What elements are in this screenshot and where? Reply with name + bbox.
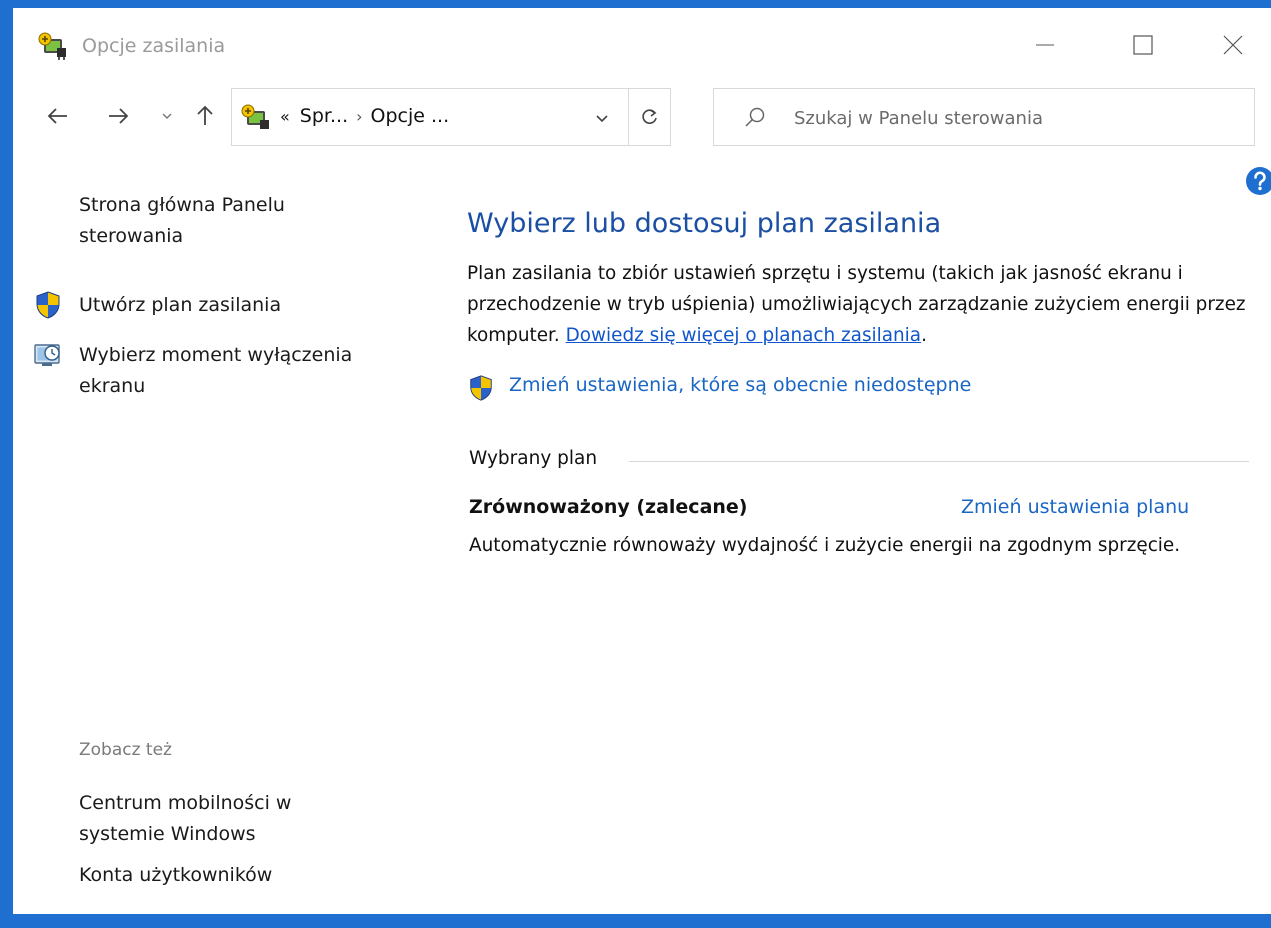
- user-accounts-link[interactable]: Konta użytkowników: [79, 860, 272, 891]
- main-content: Wybierz lub dostosuj plan zasilania Plan…: [453, 148, 1253, 908]
- description-end: .: [921, 325, 927, 346]
- page-description: Plan zasilania to zbiór ustawień sprzętu…: [467, 258, 1257, 351]
- plan-name: Zrównoważony (zalecane): [469, 496, 748, 518]
- breadcrumb-item[interactable]: Spr...: [300, 105, 348, 127]
- arrow-up-icon: [197, 105, 213, 125]
- change-plan-settings-link[interactable]: Zmień ustawienia planu: [961, 496, 1189, 518]
- address-divider: [628, 89, 629, 145]
- maximize-icon: [1133, 35, 1153, 55]
- power-options-icon: [241, 104, 269, 129]
- control-panel-home-link[interactable]: Strona główna Panelu sterowania: [79, 190, 379, 252]
- group-divider: [629, 461, 1249, 462]
- windows-mobility-center-link[interactable]: Centrum mobilności w systemie Windows: [79, 788, 379, 850]
- breadcrumb-overflow[interactable]: «: [280, 107, 290, 126]
- selected-plan-group-label: Wybrany plan: [469, 448, 598, 469]
- forward-button[interactable]: [101, 99, 135, 133]
- search-input[interactable]: [792, 99, 1236, 137]
- minimize-icon: [1036, 44, 1054, 46]
- refresh-icon: [642, 109, 657, 124]
- arrow-left-icon: [47, 108, 67, 124]
- back-button[interactable]: [41, 99, 75, 133]
- power-options-icon: [38, 32, 66, 60]
- breadcrumb: « Spr... › Opcje ...: [280, 105, 449, 127]
- address-dropdown-button[interactable]: [588, 105, 616, 131]
- see-also-title: Zobacz też: [79, 740, 172, 760]
- display-timer-icon: [34, 344, 60, 366]
- recent-locations-button[interactable]: [156, 99, 178, 133]
- address-bar[interactable]: « Spr... › Opcje ...: [231, 88, 671, 146]
- search-box[interactable]: [713, 88, 1255, 146]
- chevron-down-icon: [596, 115, 608, 123]
- close-icon: [1223, 35, 1243, 55]
- choose-display-off-link[interactable]: Wybierz moment wyłączenia ekranu: [79, 340, 409, 402]
- task-pane: Strona główna Panelu sterowania Utwórz p…: [13, 148, 433, 908]
- breadcrumb-item[interactable]: Opcje ...: [371, 105, 450, 127]
- chevron-down-icon: [162, 113, 172, 119]
- breadcrumb-separator[interactable]: ›: [356, 107, 362, 126]
- create-power-plan-link[interactable]: Utwórz plan zasilania: [79, 290, 281, 321]
- navigation-bar: « Spr... › Opcje ...: [13, 86, 1271, 146]
- title-bar: Opcje zasilania: [13, 8, 1271, 82]
- uac-shield-icon: [470, 375, 492, 401]
- close-button[interactable]: [1203, 22, 1263, 68]
- plan-description: Automatycznie równoważy wydajność i zuży…: [469, 535, 1181, 556]
- up-button[interactable]: [188, 99, 222, 133]
- minimize-button[interactable]: [1015, 22, 1075, 68]
- window-title: Opcje zasilania: [82, 35, 226, 57]
- change-unavailable-settings-link[interactable]: Zmień ustawienia, które są obecnie niedo…: [509, 374, 971, 396]
- control-panel-window: Opcje zasilania « Spr... › Opcje ... Szu…: [0, 0, 1271, 928]
- maximize-button[interactable]: [1113, 22, 1173, 68]
- arrow-right-icon: [109, 108, 129, 124]
- refresh-button[interactable]: [636, 103, 664, 131]
- learn-more-link[interactable]: Dowiedz się więcej o planach zasilania: [566, 325, 921, 346]
- uac-shield-icon: [36, 291, 60, 319]
- search-icon: [745, 107, 765, 127]
- page-title: Wybierz lub dostosuj plan zasilania: [467, 208, 942, 239]
